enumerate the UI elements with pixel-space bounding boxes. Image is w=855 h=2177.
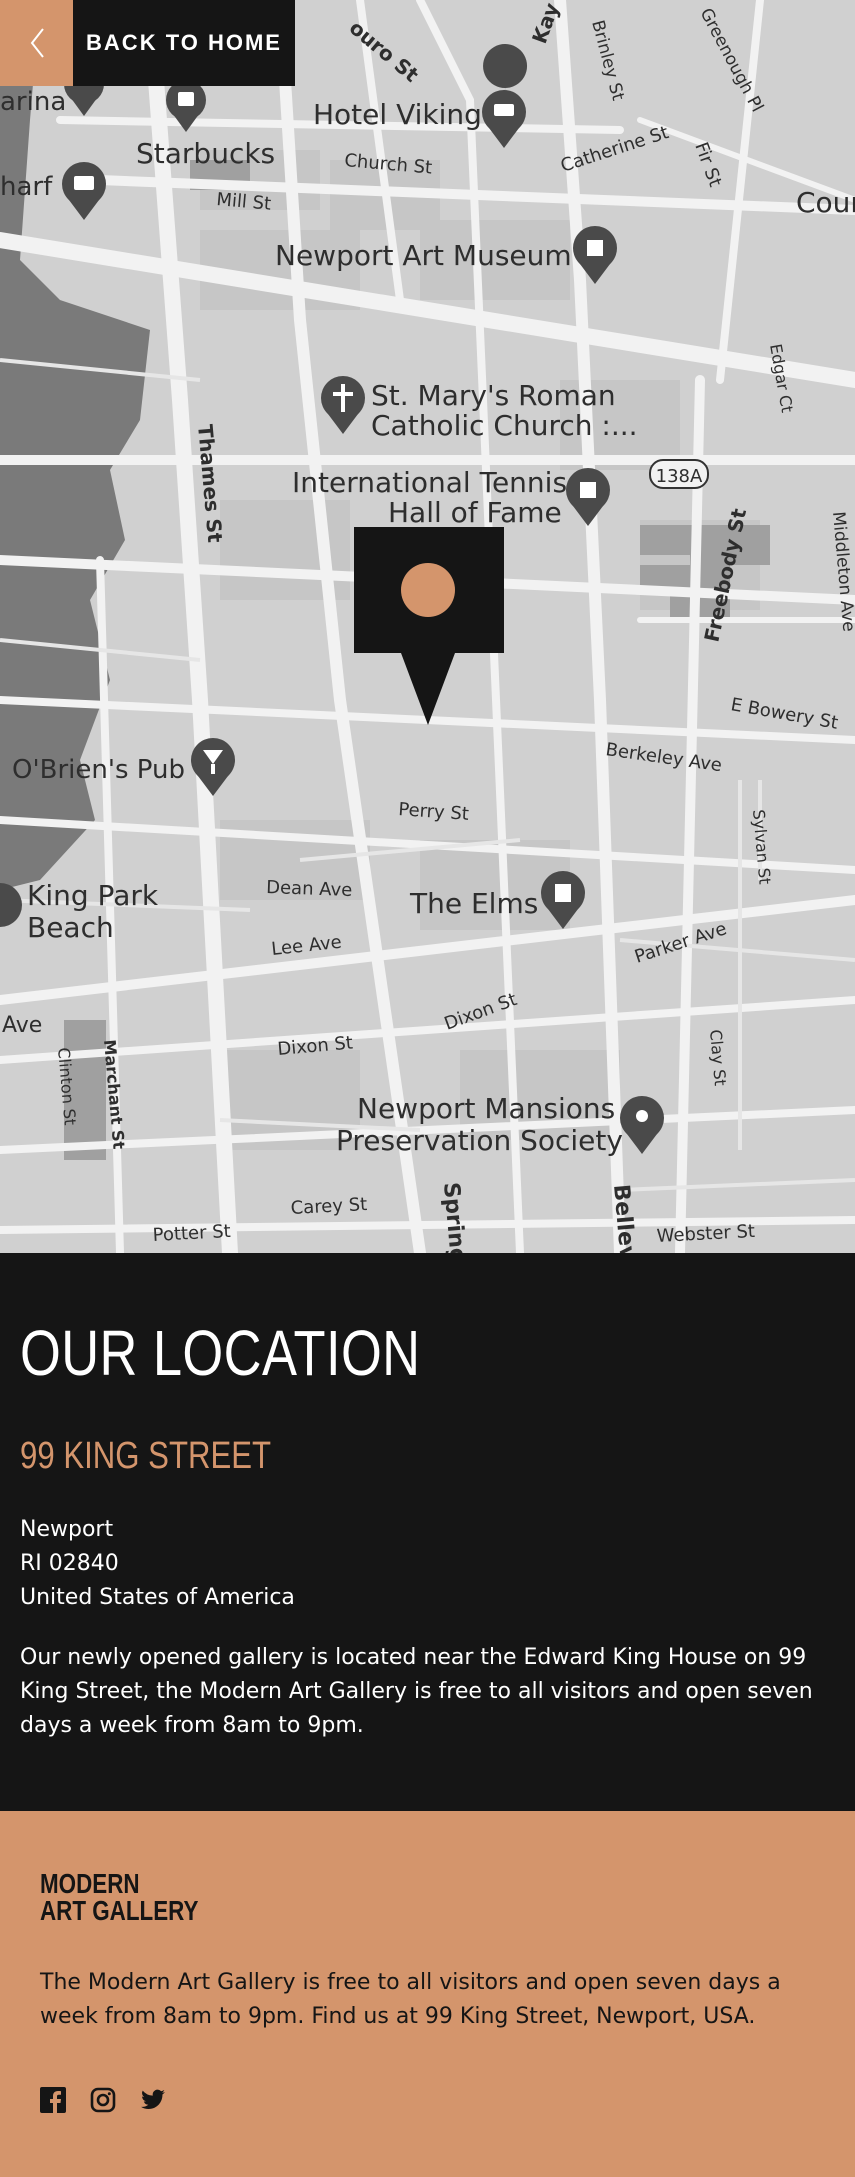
map-label: Newport Mansions (357, 1092, 615, 1125)
map-label: 138A (656, 466, 703, 487)
address-block: Newport RI 02840 United States of Americ… (20, 1513, 295, 1615)
map-label: International Tennis (292, 466, 567, 499)
map-label: O'Brien's Pub (12, 755, 185, 785)
street-address: 99 KING STREET (20, 1435, 272, 1477)
map-label: Carey St (290, 1194, 368, 1219)
map-label: Perry St (398, 799, 470, 825)
gallery-location-marker[interactable] (354, 527, 504, 653)
map-label: arina (0, 87, 66, 117)
facebook-icon[interactable] (40, 2087, 66, 2113)
marker-pointer (401, 653, 455, 725)
map-label: Hall of Fame (388, 496, 562, 529)
map-label: Clay St (706, 1029, 730, 1087)
map-label: Middleton Ave (828, 511, 855, 633)
location-map[interactable]: ouro St Kay St Brinley St Greenough Pl a… (0, 0, 855, 1253)
map-label: E Bowery St (729, 694, 840, 734)
map-label: Mill St (216, 189, 272, 215)
map-label: Thames St (193, 423, 227, 544)
map-label: harf (0, 172, 53, 202)
map-label: ouro St (345, 15, 424, 87)
map-label: Preservation Society (336, 1124, 623, 1157)
logo-line-2: ART GALLERY (40, 1895, 199, 1926)
social-links (40, 2087, 166, 2113)
map-label: Webster St (656, 1221, 755, 1247)
map-label: Catholic Church :... (371, 409, 638, 442)
gallery-logo[interactable]: MODERN ART GALLERY (40, 1868, 199, 1926)
location-section: OUR LOCATION 99 KING STREET Newport RI 0… (0, 1253, 855, 1811)
map-label: Ave (2, 1013, 42, 1038)
map-label: Dean Ave (266, 877, 353, 901)
map-label: Lee Ave (270, 932, 342, 960)
map-label: St. Mary's Roman (371, 379, 616, 412)
location-heading: OUR LOCATION (20, 1317, 421, 1389)
site-footer: MODERN ART GALLERY The Modern Art Galler… (0, 1811, 855, 2177)
map-label: Brinley St (587, 18, 628, 103)
map-label: Edgar Ct (766, 342, 797, 414)
map-label: The Elms (409, 887, 538, 920)
marker-dot (401, 563, 455, 617)
map-label: Beach (27, 911, 114, 944)
map-label: Cour (796, 186, 855, 219)
back-to-home-button[interactable]: BACK TO HOME (73, 0, 295, 86)
map-label: Berkeley Ave (604, 739, 723, 776)
back-navigation[interactable]: BACK TO HOME (0, 0, 295, 86)
map-label: Spring (438, 1181, 470, 1253)
address-city: Newport (20, 1517, 114, 1542)
map-label: King Park (27, 879, 159, 912)
location-description: Our newly opened gallery is located near… (20, 1645, 813, 1738)
chevron-left-icon[interactable] (0, 0, 73, 86)
map-label: Starbucks (136, 137, 275, 170)
instagram-icon[interactable] (90, 2087, 116, 2113)
address-region: RI 02840 (20, 1551, 119, 1576)
logo-line-1: MODERN (40, 1868, 140, 1899)
footer-text: The Modern Art Gallery is free to all vi… (40, 1970, 781, 2029)
address-country: United States of America (20, 1585, 295, 1610)
twitter-icon[interactable] (140, 2087, 166, 2113)
map-label: Potter St (152, 1221, 231, 1246)
map-label: Bellev (608, 1183, 640, 1253)
map-label: Hotel Viking (313, 98, 482, 131)
map-label: Sylvan St (749, 809, 774, 885)
map-label: Newport Art Museum (275, 239, 572, 272)
